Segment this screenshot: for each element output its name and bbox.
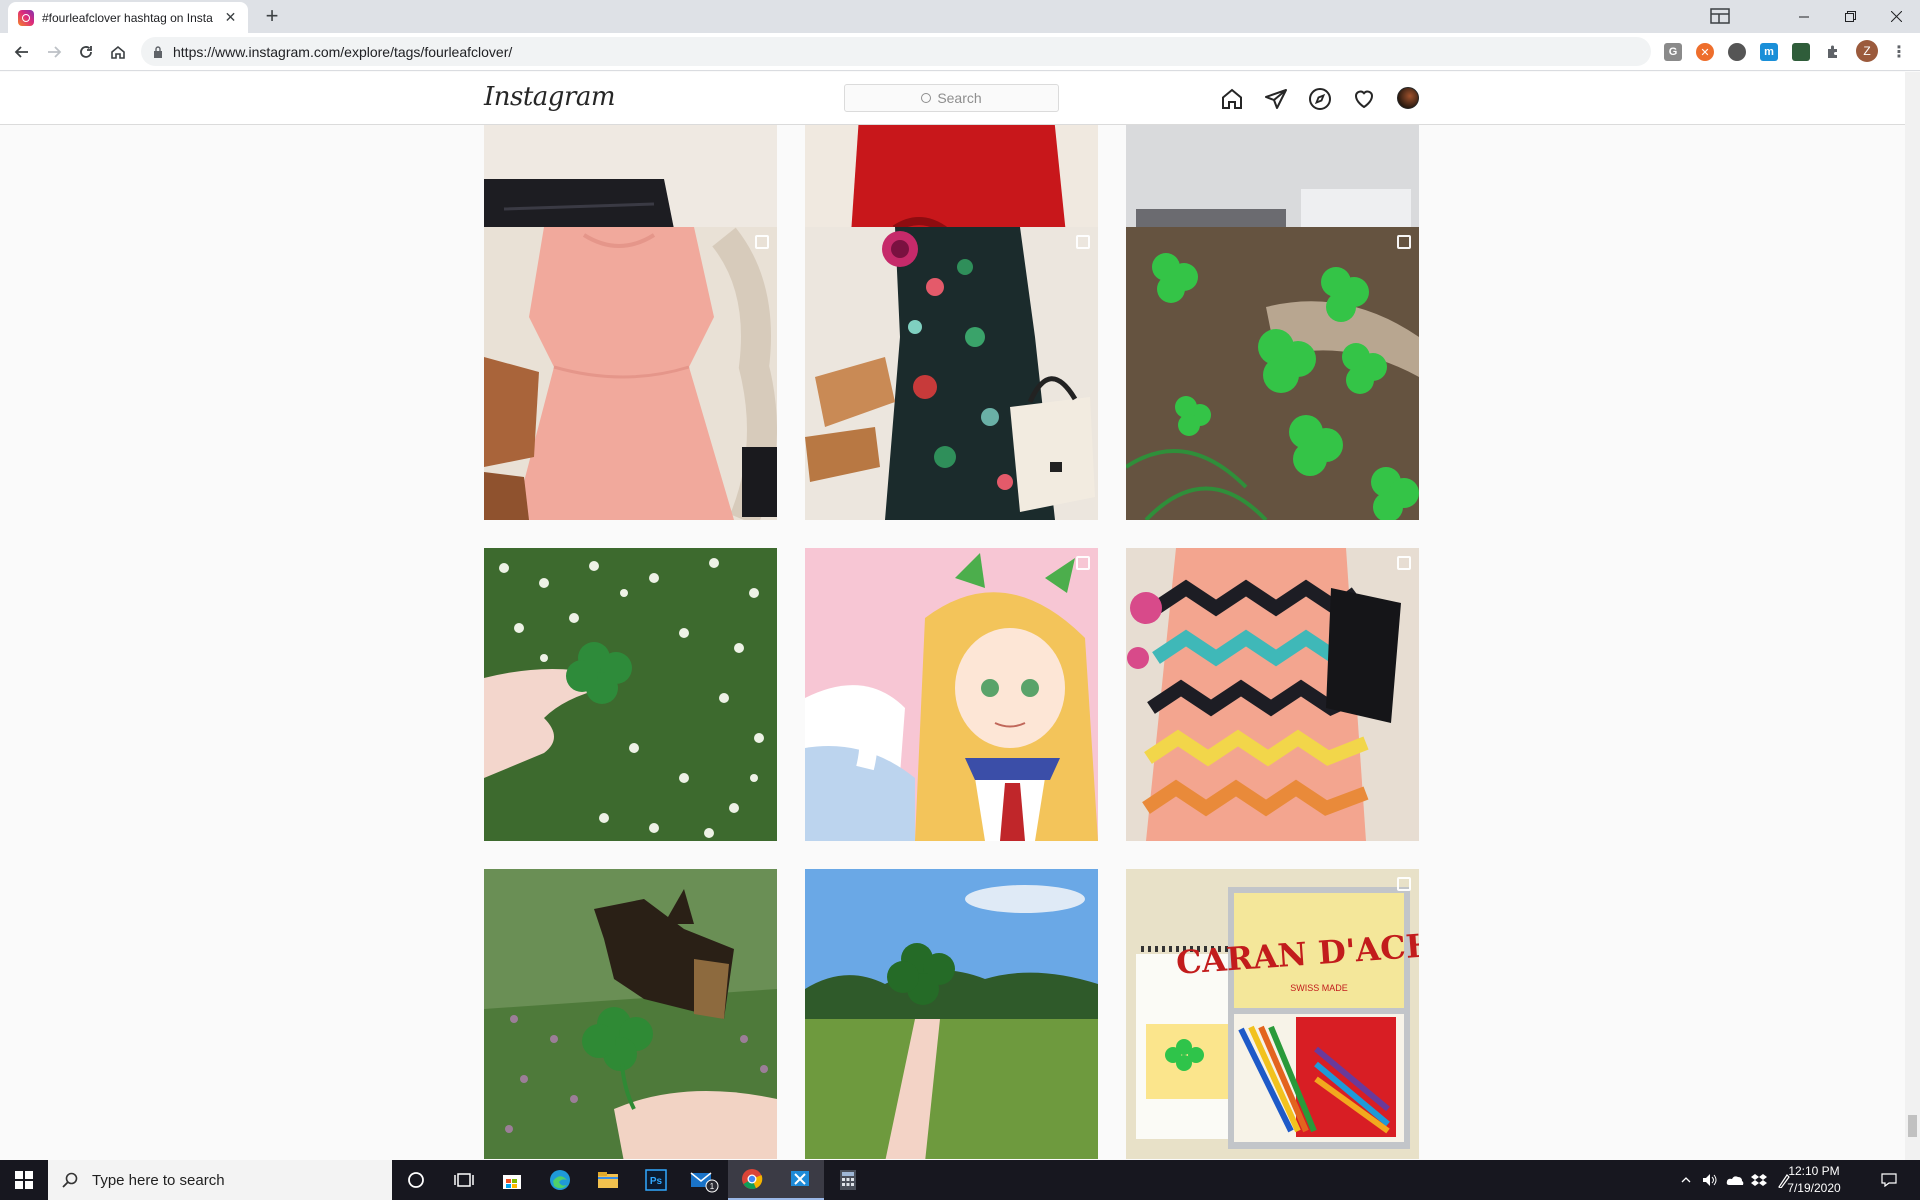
home-icon[interactable]: [1219, 86, 1245, 112]
browser-toolbar: https://www.instagram.com/explore/tags/f…: [0, 33, 1920, 71]
file-explorer-icon[interactable]: [584, 1160, 632, 1200]
restore-button[interactable]: [1827, 0, 1873, 33]
post-floral-dress[interactable]: [805, 227, 1098, 520]
tab-title: #fourleafclover hashtag on Insta: [42, 10, 213, 25]
multiple-posts-icon: [1397, 556, 1411, 570]
swiss-made-text: SWISS MADE: [1290, 983, 1348, 993]
post-hand-clover[interactable]: [484, 548, 777, 841]
hand-clover-photo-icon: [484, 548, 777, 841]
post-anime-illustration[interactable]: [805, 548, 1098, 841]
post-field-clover[interactable]: [805, 869, 1098, 1159]
tab-search-icon[interactable]: [1707, 4, 1733, 28]
windows-logo-icon: [15, 1171, 33, 1189]
svg-text:Ps: Ps: [650, 1176, 663, 1187]
mail-icon[interactable]: 1: [680, 1160, 728, 1200]
search-icon: [62, 1172, 78, 1188]
task-view-icon[interactable]: [440, 1160, 488, 1200]
profile-avatar[interactable]: [1397, 87, 1419, 109]
address-bar[interactable]: https://www.instagram.com/explore/tags/f…: [141, 37, 1651, 66]
post-caran-dache[interactable]: CARAN D'ACHE SWISS MADE: [1126, 869, 1419, 1159]
zigzag-dress-photo-icon: [1126, 548, 1419, 841]
windows-taskbar: Type here to search Ps 1 12:10 PM 7/19/2…: [0, 1160, 1920, 1200]
scrollbar-thumb[interactable]: [1908, 1115, 1917, 1137]
extensions-puzzle-icon[interactable]: [1824, 43, 1842, 61]
edge-browser-icon[interactable]: [536, 1160, 584, 1200]
multiple-posts-icon: [755, 235, 769, 249]
direct-message-icon[interactable]: [1263, 86, 1289, 112]
photoshop-icon[interactable]: Ps: [632, 1160, 680, 1200]
system-clock[interactable]: 12:10 PM 7/19/2020: [1784, 1163, 1844, 1197]
hashtag-post-grid: CARAN D'ACHE SWISS MADE: [0, 125, 1905, 1159]
search-input[interactable]: Search: [844, 84, 1059, 112]
clock-time: 12:10 PM: [1788, 1164, 1840, 1178]
multiple-posts-icon: [1397, 235, 1411, 249]
action-center-icon[interactable]: [1874, 1160, 1904, 1200]
microsoft-store-icon[interactable]: [488, 1160, 536, 1200]
instagram-logo[interactable]: Instagram: [484, 82, 616, 112]
browser-tab-strip: #fourleafclover hashtag on Insta ✕ +: [0, 0, 1920, 33]
explore-compass-icon[interactable]: [1307, 86, 1333, 112]
browser-menu-icon[interactable]: ⋮: [1890, 43, 1908, 61]
post-zigzag-dress[interactable]: [1126, 548, 1419, 841]
instagram-favicon-icon: [18, 9, 34, 26]
clover-patch-photo-icon: [1126, 227, 1419, 520]
dog-clover-photo-icon: [484, 869, 777, 1159]
post-pink-dress[interactable]: [484, 227, 777, 520]
post-dog-clover[interactable]: [484, 869, 777, 1159]
cortana-icon[interactable]: [392, 1160, 440, 1200]
dropbox-icon[interactable]: [1748, 1160, 1770, 1200]
extension-g-icon[interactable]: G: [1664, 43, 1682, 61]
extension-green-icon[interactable]: [1792, 43, 1810, 61]
pink-dress-photo-icon: [484, 227, 777, 520]
profile-avatar[interactable]: Z: [1856, 40, 1878, 62]
extension-orange-icon[interactable]: ✕: [1696, 43, 1714, 61]
forward-button[interactable]: [40, 38, 68, 66]
taskbar-search-placeholder: Type here to search: [92, 1171, 225, 1189]
close-window-button[interactable]: [1873, 0, 1919, 33]
tab-close-icon[interactable]: ✕: [223, 9, 238, 26]
multiple-posts-icon: [1397, 877, 1411, 891]
chrome-taskbar-icon[interactable]: [728, 1160, 776, 1200]
taskbar-search-box[interactable]: Type here to search: [48, 1160, 392, 1200]
field-clover-photo-icon: [805, 869, 1098, 1159]
snipping-tool-icon[interactable]: [776, 1160, 824, 1200]
lock-icon: [154, 45, 162, 58]
volume-icon[interactable]: [1700, 1160, 1720, 1200]
windows-start-button[interactable]: [0, 1160, 48, 1200]
minimize-button[interactable]: [1781, 0, 1827, 33]
url-text: https://www.instagram.com/explore/tags/f…: [173, 43, 513, 60]
instagram-header: Instagram Search: [0, 72, 1905, 125]
new-tab-button[interactable]: +: [260, 5, 284, 29]
activity-heart-icon[interactable]: [1351, 86, 1377, 112]
home-button[interactable]: [104, 38, 132, 66]
mail-badge-count: 1: [710, 1182, 715, 1191]
search-placeholder: Search: [937, 90, 982, 106]
onedrive-icon[interactable]: [1724, 1160, 1746, 1200]
floral-dress-photo-icon: [805, 227, 1098, 520]
browser-tab[interactable]: #fourleafclover hashtag on Insta ✕: [8, 2, 248, 33]
show-hidden-icons-icon[interactable]: [1676, 1160, 1696, 1200]
reload-button[interactable]: [72, 38, 100, 66]
extension-blue-icon[interactable]: m: [1760, 43, 1778, 61]
calculator-icon[interactable]: [824, 1160, 872, 1200]
page-scrollbar[interactable]: [1905, 72, 1920, 1160]
multiple-posts-icon: [1076, 556, 1090, 570]
search-icon: [921, 93, 932, 103]
extension-circle-icon[interactable]: [1728, 43, 1746, 61]
multiple-posts-icon: [1076, 235, 1090, 249]
anime-illustration-icon: [805, 548, 1098, 841]
back-button[interactable]: [8, 38, 36, 66]
clock-date: 7/19/2020: [1787, 1181, 1841, 1195]
post-clover-patch[interactable]: [1126, 227, 1419, 520]
caran-dache-photo-icon: CARAN D'ACHE SWISS MADE: [1126, 869, 1419, 1159]
